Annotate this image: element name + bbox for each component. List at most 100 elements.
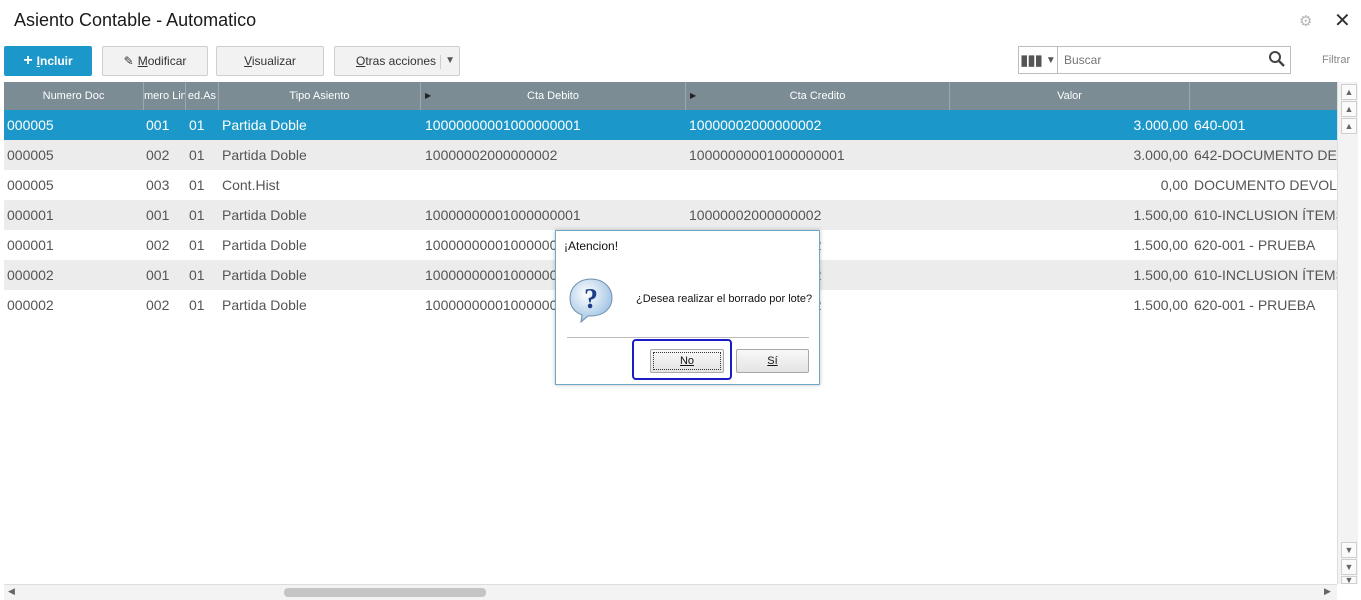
cell-numero-linea: 001 xyxy=(146,117,170,133)
incluir-label: Incluir xyxy=(36,54,73,68)
filtrar-link[interactable]: Filtrar xyxy=(1322,54,1350,66)
cell-numero-doc: 000001 xyxy=(7,237,54,253)
cell-tipo-asiento: Partida Doble xyxy=(222,267,307,283)
visualizar-button[interactable]: Visualizar xyxy=(216,46,324,76)
plus-icon: + xyxy=(23,52,33,69)
cell-historial: 610-INCLUSION ÍTEMS xyxy=(1194,267,1337,283)
cell-historial: 610-INCLUSION ÍTEMS xyxy=(1194,207,1337,223)
cell-ed-as: 01 xyxy=(189,267,205,283)
scroll-page-up-icon[interactable]: ▲ xyxy=(1341,118,1357,134)
otras-acciones-button[interactable]: Otras acciones ▼ xyxy=(334,46,460,76)
cell-numero-linea: 002 xyxy=(146,297,170,313)
cell-cta-debito xyxy=(425,170,681,200)
header-numero-linea[interactable]: mero Linn xyxy=(144,82,186,110)
svg-text:?: ? xyxy=(584,284,598,315)
cell-numero-doc: 000002 xyxy=(7,267,54,283)
cell-valor: 3.000,00 xyxy=(1133,117,1189,133)
scroll-right-icon[interactable]: ▶ xyxy=(1324,586,1331,597)
header-ed-as[interactable]: ed.As xyxy=(186,82,219,110)
cell-numero-doc: 000005 xyxy=(7,147,54,163)
incluir-button[interactable]: + Incluir xyxy=(4,46,92,76)
table-row[interactable]: 000001 001 01 Partida Doble 1000000000100000… xyxy=(4,200,1337,230)
scroll-top-icon[interactable]: ▲ xyxy=(1341,84,1357,100)
scroll-up-icon[interactable]: ▲ xyxy=(1341,101,1357,117)
dialog-title: ¡Atencion! xyxy=(564,239,619,253)
cell-historial: 642-DOCUMENTO DE xyxy=(1194,147,1337,163)
cell-cta-credito: 10000002000000002 xyxy=(689,207,822,223)
table-row[interactable]: 000005 003 01 Cont.Hist 0,00 DOCUMENTO DEVOLU xyxy=(4,170,1337,200)
columns-icon: ▮▮▮ xyxy=(1020,52,1043,69)
sort-arrow-icon: ▶ xyxy=(425,91,432,100)
cell-cta-debito: 10000000001000000001 xyxy=(425,117,581,133)
header-tipo-asiento[interactable]: Tipo Asiento xyxy=(219,82,421,110)
dropdown-arrow-icon: ▼ xyxy=(440,55,455,69)
table-row[interactable]: 000005 001 01 Partida Doble 1000000000100000… xyxy=(4,110,1337,140)
grid-header: Numero Doc mero Linn ed.As Tipo Asiento … xyxy=(4,82,1337,110)
visualizar-label: Visualizar xyxy=(244,54,296,68)
cell-cta-debito: 10000000001000000001 xyxy=(425,207,581,223)
scroll-page-down-icon[interactable]: ▼ xyxy=(1341,559,1357,575)
cell-tipo-asiento: Partida Doble xyxy=(222,297,307,313)
cell-valor: 1.500,00 xyxy=(1133,267,1189,283)
si-button[interactable]: Sí xyxy=(736,349,809,373)
cell-numero-linea: 001 xyxy=(146,207,170,223)
table-row[interactable]: 000005 002 01 Partida Doble 1000000200000000… xyxy=(4,140,1337,170)
sort-arrow-icon: ▶ xyxy=(690,91,697,100)
cell-ed-as: 01 xyxy=(189,177,205,193)
cell-historial: 620-001 - PRUEBA xyxy=(1194,237,1316,253)
header-cta-credito-label: Cta Credito xyxy=(789,90,846,102)
modificar-label: Modificar xyxy=(137,54,187,68)
cell-numero-linea: 001 xyxy=(146,267,170,283)
scroll-bottom-icon[interactable]: ▼ xyxy=(1341,576,1357,585)
cell-tipo-asiento: Partida Doble xyxy=(222,237,307,253)
question-icon: ? xyxy=(569,278,613,323)
cell-cta-credito: 10000002000000002 xyxy=(689,117,822,133)
header-valor[interactable]: Valor xyxy=(950,82,1190,110)
header-cta-debito-label: Cta Debito xyxy=(527,90,579,102)
dialog-message: ¿Desea realizar el borrado por lote? xyxy=(636,293,813,305)
column-selector-button[interactable]: ▮▮▮ ▼ xyxy=(1018,46,1058,74)
cell-historial: 620-001 - PRUEBA xyxy=(1194,297,1316,313)
otras-acciones-label: Otras acciones xyxy=(356,54,437,68)
cell-valor: 1.500,00 xyxy=(1133,237,1189,253)
cell-numero-linea: 002 xyxy=(146,147,170,163)
modificar-button[interactable]: ✎ Modificar xyxy=(102,46,208,76)
search-input[interactable] xyxy=(1058,46,1291,74)
header-historial[interactable] xyxy=(1190,82,1337,110)
no-button[interactable]: No xyxy=(650,349,724,373)
cell-valor: 3.000,00 xyxy=(1133,147,1189,163)
scroll-left-icon[interactable]: ◀ xyxy=(8,586,15,597)
cell-cta-debito: 10000002000000002 xyxy=(425,147,558,163)
header-cta-debito[interactable]: ▶ Cta Debito xyxy=(421,82,686,110)
cell-numero-doc: 000002 xyxy=(7,297,54,313)
cell-cta-credito: 10000000001000000001 xyxy=(689,147,845,163)
cell-numero-doc: 000001 xyxy=(7,207,54,223)
cell-valor: 0,00 xyxy=(1160,177,1188,193)
pencil-icon: ✎ xyxy=(123,54,134,68)
cell-numero-doc: 000005 xyxy=(7,117,54,133)
cell-ed-as: 01 xyxy=(189,117,205,133)
vertical-scrollbar[interactable]: ▲ ▲ ▲ ▼ ▼ ▼ xyxy=(1337,82,1358,585)
scroll-down-icon[interactable]: ▼ xyxy=(1341,542,1357,558)
cell-tipo-asiento: Cont.Hist xyxy=(222,177,280,193)
cell-ed-as: 01 xyxy=(189,207,205,223)
cell-ed-as: 01 xyxy=(189,237,205,253)
settings-gear-icon[interactable]: ⚙ xyxy=(1299,12,1312,30)
search-icon[interactable] xyxy=(1268,50,1286,68)
cell-valor: 1.500,00 xyxy=(1133,207,1189,223)
cell-tipo-asiento: Partida Doble xyxy=(222,117,307,133)
cell-numero-linea: 002 xyxy=(146,237,170,253)
horizontal-scrollbar[interactable]: ◀ ▶ xyxy=(4,584,1337,600)
confirm-dialog: ¡Atencion! ? ¿Desea realizar el borrado … xyxy=(555,230,820,385)
cell-cta-credito xyxy=(689,170,945,200)
close-icon[interactable]: ✕ xyxy=(1334,8,1351,33)
cell-valor: 1.500,00 xyxy=(1133,297,1189,313)
horizontal-scroll-thumb[interactable] xyxy=(284,588,486,597)
page-title: Asiento Contable - Automatico xyxy=(14,10,257,30)
header-numero-doc[interactable]: Numero Doc xyxy=(4,82,144,110)
header-cta-credito[interactable]: ▶ Cta Credito xyxy=(686,82,950,110)
chevron-down-icon: ▼ xyxy=(1045,54,1056,66)
cell-tipo-asiento: Partida Doble xyxy=(222,147,307,163)
cell-tipo-asiento: Partida Doble xyxy=(222,207,307,223)
dialog-separator xyxy=(567,337,809,338)
